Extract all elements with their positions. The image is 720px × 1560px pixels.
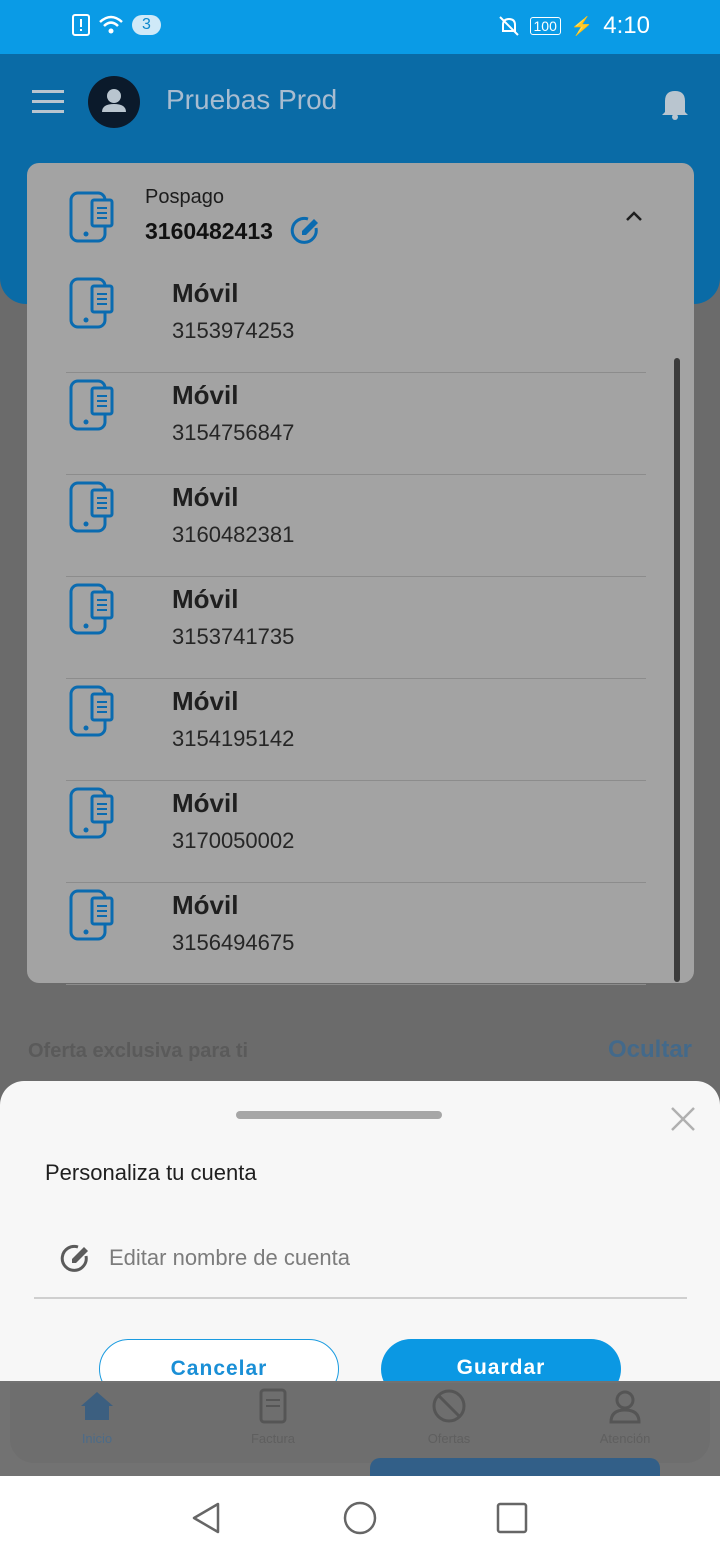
home-circle-icon[interactable] xyxy=(342,1500,378,1536)
notification-count-badge: 3 xyxy=(132,15,161,35)
bottom-sheet xyxy=(0,1081,720,1381)
invoice-icon xyxy=(259,1388,287,1424)
nav-offers-label: Ofertas xyxy=(427,1431,471,1446)
status-right: 100 ⚡ 4:10 xyxy=(498,12,650,40)
chevron-up-icon[interactable] xyxy=(622,204,646,228)
hide-offer-link[interactable]: Ocultar xyxy=(608,1036,692,1064)
line-title: Móvil xyxy=(172,584,239,614)
phone-bill-icon xyxy=(69,481,114,533)
user-icon xyxy=(102,89,126,112)
nav-support[interactable]: Atención xyxy=(570,1388,680,1446)
status-bar: 3 100 ⚡ 4:10 xyxy=(0,0,720,54)
nav-home-label: Inicio xyxy=(81,1431,113,1446)
battery-level: 100 xyxy=(529,17,561,35)
phone-bill-icon xyxy=(69,277,114,329)
back-icon[interactable] xyxy=(188,1500,224,1536)
charging-icon: ⚡ xyxy=(570,15,594,36)
offers-icon xyxy=(432,1389,466,1423)
nav-home[interactable]: Inicio xyxy=(42,1388,152,1446)
line-row[interactable]: Móvil 3160482381 xyxy=(66,474,646,577)
offer-title: Oferta exclusiva para ti xyxy=(28,1040,249,1062)
line-number: 3153741735 xyxy=(172,624,295,649)
avatar[interactable] xyxy=(88,76,140,128)
line-row[interactable]: Móvil 3153974253 xyxy=(66,270,646,373)
edit-icon[interactable] xyxy=(290,216,320,246)
account-name-field[interactable]: Editar nombre de cuenta xyxy=(109,1245,350,1271)
line-title: Móvil xyxy=(172,278,239,308)
bell-icon[interactable] xyxy=(660,86,690,120)
wifi-icon xyxy=(99,15,123,34)
nav-support-label: Atención xyxy=(599,1431,651,1446)
status-left: 3 xyxy=(72,14,161,36)
line-number: 3154756847 xyxy=(172,420,295,445)
support-icon xyxy=(609,1390,641,1424)
sim-alert-icon xyxy=(72,14,90,36)
phone-bill-icon xyxy=(69,379,114,431)
line-number: 3160482381 xyxy=(172,522,295,547)
line-number: 3153974253 xyxy=(172,318,295,343)
home-icon xyxy=(81,1392,113,1420)
recents-icon[interactable] xyxy=(494,1500,530,1536)
line-title: Móvil xyxy=(172,686,239,716)
pay-button-behind xyxy=(370,1458,660,1478)
phone-bill-icon xyxy=(69,889,114,941)
line-title: Móvil xyxy=(172,482,239,512)
account-type: Pospago xyxy=(145,186,224,208)
line-number: 3154195142 xyxy=(172,726,295,751)
line-number: 3170050002 xyxy=(172,828,295,853)
account-number: 3160482413 xyxy=(145,218,273,244)
line-row[interactable]: Móvil 3156494675 xyxy=(66,882,646,985)
pencil-icon xyxy=(60,1244,88,1272)
sheet-title: Personaliza tu cuenta xyxy=(45,1160,257,1185)
sheet-drag-handle[interactable] xyxy=(236,1111,442,1119)
line-row[interactable]: Móvil 3154756847 xyxy=(66,372,646,475)
line-number: 3156494675 xyxy=(172,930,295,955)
menu-icon[interactable] xyxy=(32,90,64,114)
line-title: Móvil xyxy=(172,380,239,410)
line-title: Móvil xyxy=(172,788,239,818)
nav-offers[interactable]: Ofertas xyxy=(394,1388,504,1446)
phone-bill-icon xyxy=(69,685,114,737)
nav-invoice[interactable]: Factura xyxy=(218,1388,328,1446)
line-row[interactable]: Móvil 3154195142 xyxy=(66,678,646,781)
nav-invoice-label: Factura xyxy=(250,1431,296,1446)
line-row[interactable]: Móvil 3153741735 xyxy=(66,576,646,679)
clock: 4:10 xyxy=(603,12,650,39)
header-title: Pruebas Prod xyxy=(166,84,338,115)
field-underline xyxy=(34,1297,687,1299)
line-row[interactable]: Móvil 3170050002 xyxy=(66,780,646,883)
close-icon[interactable] xyxy=(668,1104,698,1134)
bell-off-icon xyxy=(498,16,519,36)
line-title: Móvil xyxy=(172,890,239,920)
phone-bill-icon xyxy=(69,583,114,635)
phone-bill-icon xyxy=(69,191,114,243)
scrollbar[interactable] xyxy=(674,358,680,982)
phone-bill-icon xyxy=(69,787,114,839)
